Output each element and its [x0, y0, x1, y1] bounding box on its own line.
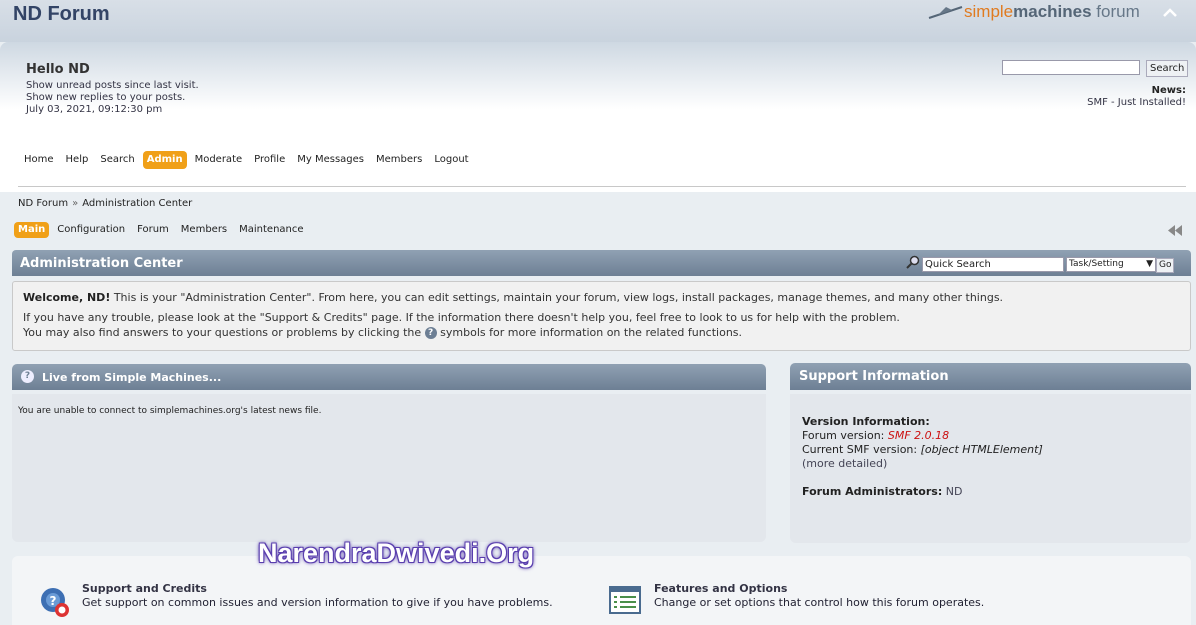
admin-features-section: ? Support and Credits Get support on com… [12, 556, 1191, 625]
main-menu: Home Help Search Admin Moderate Profile … [20, 151, 477, 169]
collapse-sidebar-icon[interactable] [1167, 225, 1183, 236]
support-icon[interactable]: ? [39, 586, 71, 618]
breadcrumb-admin-center[interactable]: Administration Center [82, 198, 192, 209]
news-text: SMF - Just Installed! [1087, 97, 1186, 108]
menu-profile[interactable]: Profile [250, 151, 289, 169]
unread-posts-link[interactable]: Show unread posts since last visit. [26, 80, 199, 91]
admins-label: Forum Administrators: [802, 485, 943, 498]
news-label: News: [1151, 85, 1186, 96]
menu-my-messages[interactable]: My Messages [293, 151, 368, 169]
more-detailed-link[interactable]: (more detailed) [802, 457, 887, 470]
breadcrumb: ND Forum» Administration Center [18, 198, 193, 209]
support-credits-desc: Get support on common issues and version… [82, 596, 553, 609]
admin-center-title: Administration Center [20, 256, 183, 271]
help-icon: ? [424, 327, 437, 339]
features-list-icon[interactable] [609, 586, 641, 614]
smf-logo-icon [928, 6, 963, 19]
chevron-down-icon: ▼ [1146, 259, 1153, 269]
support-info-header: Support Information [790, 363, 1191, 390]
chevron-up-icon[interactable] [1161, 6, 1179, 20]
magnifier-icon [906, 255, 920, 269]
current-datetime: July 03, 2021, 09:12:30 pm [26, 104, 163, 115]
tab-forum[interactable]: Forum [133, 222, 173, 238]
admin-user-link[interactable]: ND [942, 485, 963, 498]
menu-members[interactable]: Members [372, 151, 426, 169]
quick-search-go-button[interactable]: Go [1156, 258, 1175, 273]
quick-search-select[interactable]: Task/Setting ▼ [1066, 257, 1156, 272]
live-news-body: You are unable to connect to simplemachi… [12, 394, 766, 542]
top-header: ND Forum simplemachines forum [0, 0, 1196, 42]
live-news-message: You are unable to connect to simplemachi… [18, 406, 322, 416]
welcome-box: Welcome, ND! This is your "Administratio… [12, 281, 1191, 351]
forum-version: SMF 2.0.18 [887, 429, 950, 442]
svg-text:?: ? [50, 594, 57, 608]
support-info-body: Version Information: Forum version: SMF … [790, 394, 1191, 543]
help-icon[interactable]: ? [21, 370, 34, 383]
welcome-text: This is your "Administration Center". Fr… [110, 291, 1004, 304]
new-replies-link[interactable]: Show new replies to your posts. [26, 92, 185, 103]
quick-search-input[interactable]: Quick Search [922, 257, 1064, 272]
support-credits-link[interactable]: Support and Credits [82, 582, 207, 595]
tab-configuration[interactable]: Configuration [53, 222, 129, 238]
menu-moderate[interactable]: Moderate [191, 151, 247, 169]
tab-maintenance[interactable]: Maintenance [235, 222, 307, 238]
admin-center-bar: Administration Center Quick Search Task/… [12, 250, 1191, 276]
version-heading: Version Information: [802, 415, 930, 428]
live-news-header: ? Live from Simple Machines... [12, 364, 766, 390]
menu-logout[interactable]: Logout [430, 151, 472, 169]
watermark-text: NarendraDwivedi.Org [258, 538, 535, 568]
support-info-title: Support Information [799, 369, 949, 384]
current-version: [object HTMLElement] [920, 443, 1043, 456]
features-options-desc: Change or set options that control how t… [654, 596, 985, 609]
menu-help[interactable]: Help [62, 151, 93, 169]
tab-main[interactable]: Main [14, 222, 50, 238]
menu-admin[interactable]: Admin [142, 151, 187, 169]
live-news-title: Live from Simple Machines... [42, 371, 222, 384]
features-options-link[interactable]: Features and Options [654, 582, 787, 595]
forum-title[interactable]: ND Forum [13, 3, 110, 26]
user-section: Hello ND Show unread posts since last vi… [0, 42, 1196, 192]
search-button[interactable]: Search [1146, 60, 1189, 77]
menu-home[interactable]: Home [20, 151, 58, 169]
search-input[interactable] [1002, 60, 1140, 75]
welcome-help-text: If you have any trouble, please look at … [23, 311, 900, 324]
menu-search[interactable]: Search [96, 151, 138, 169]
admin-tabs: Main Configuration Forum Members Mainten… [14, 222, 312, 238]
welcome-heading: Welcome, ND! [23, 291, 111, 304]
breadcrumb-forum[interactable]: ND Forum [18, 198, 68, 209]
divider [18, 186, 1186, 187]
user-greeting: Hello ND [26, 62, 90, 77]
tab-members[interactable]: Members [177, 222, 231, 238]
